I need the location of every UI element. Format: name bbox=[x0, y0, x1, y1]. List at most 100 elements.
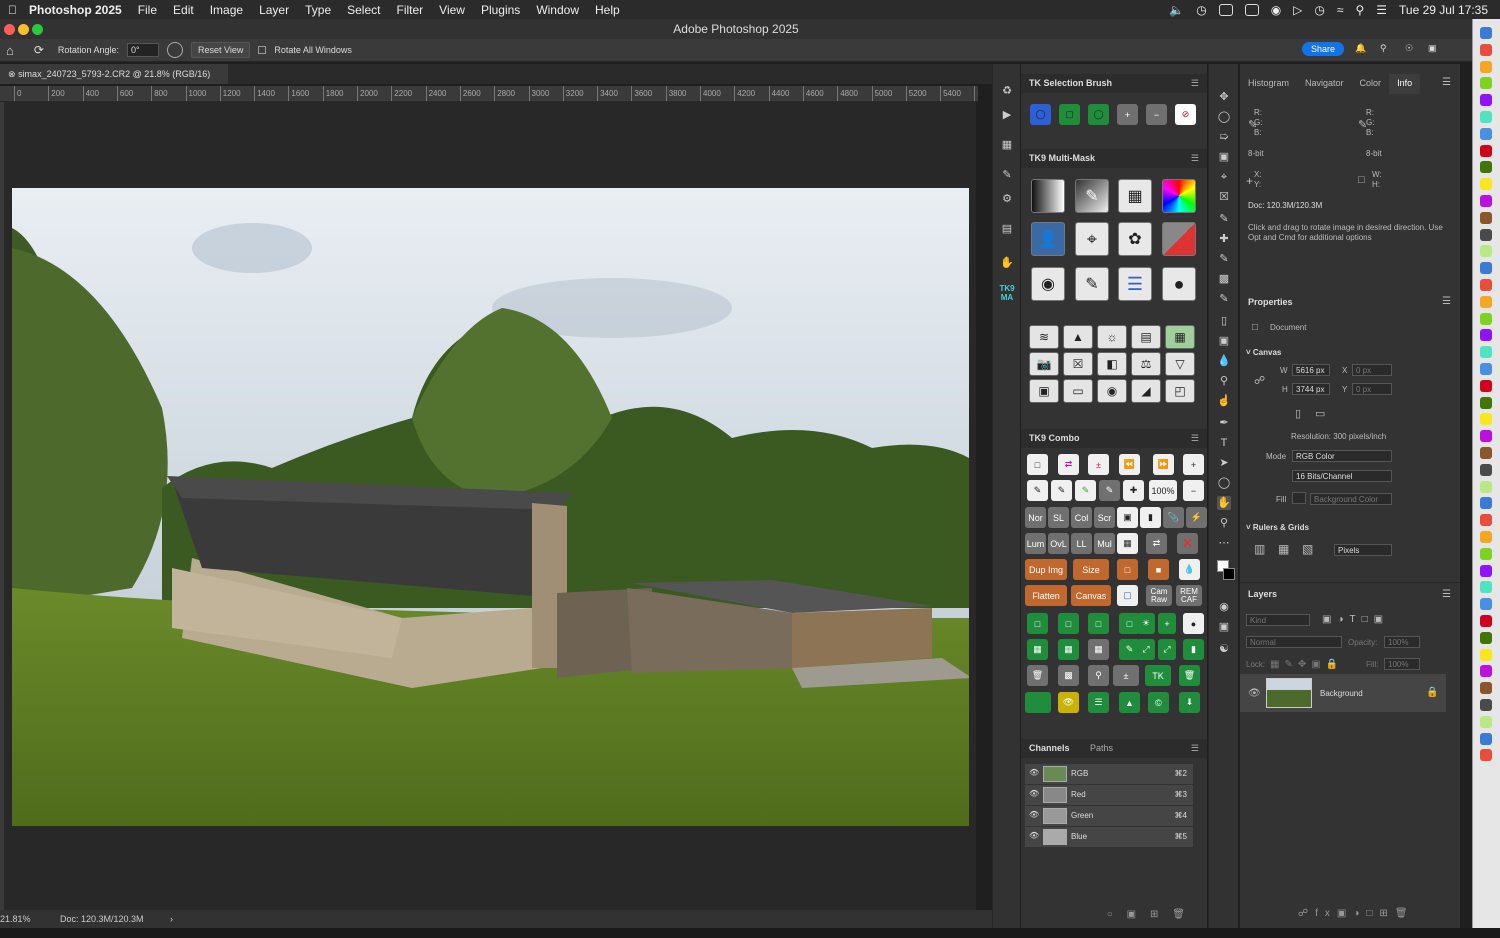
opacity-input[interactable]: 100% bbox=[1384, 636, 1420, 648]
combo-triangle-button[interactable]: ▲ bbox=[1119, 692, 1140, 713]
combo-bolt-button[interactable]: ⚡ bbox=[1186, 507, 1207, 528]
app-menu[interactable]: Photoshop 2025 bbox=[25, 3, 130, 17]
adjust-gradient-button[interactable]: ▣ bbox=[1029, 379, 1059, 403]
adjust-camera-button[interactable]: 📷 bbox=[1029, 352, 1059, 376]
combo-expand-button[interactable]: ✚ bbox=[1123, 480, 1144, 501]
combo-drop-button[interactable]: 💧 bbox=[1179, 559, 1200, 580]
menu-select[interactable]: Select bbox=[339, 3, 388, 17]
combo-overlay-button[interactable]: OvL bbox=[1048, 533, 1069, 554]
dock-app-icon[interactable] bbox=[1480, 245, 1492, 258]
app-status-icon[interactable] bbox=[1244, 3, 1259, 16]
combo-multiply-button[interactable]: Mul bbox=[1094, 533, 1115, 554]
combo-rewind-button[interactable]: ⏪ bbox=[1119, 454, 1140, 475]
combo-green-7-button[interactable]: ● bbox=[1183, 613, 1204, 634]
dock-app-icon[interactable] bbox=[1480, 648, 1492, 661]
frame-tool-icon[interactable]: ☒ bbox=[1217, 190, 1231, 204]
history-brush-tool-icon[interactable]: ✎ bbox=[1217, 292, 1231, 306]
dock-app-icon[interactable] bbox=[1480, 715, 1492, 728]
adjust-exposure-button[interactable]: ▤ bbox=[1131, 325, 1161, 349]
combo-frame-button[interactable]: ▣ bbox=[1117, 507, 1138, 528]
dock-app-icon[interactable] bbox=[1480, 463, 1492, 476]
canvas-x-input[interactable]: 0 px bbox=[1352, 364, 1392, 376]
combo-brush-gray-button[interactable]: ✎ bbox=[1099, 480, 1120, 501]
document-tab[interactable]: ⊗ simax_240723_5793-2.CR2 @ 21.8% (RGB/1… bbox=[0, 64, 228, 84]
tk9-combo-header[interactable]: TK9 Combo ☰ bbox=[1021, 429, 1207, 448]
brush-settings-icon[interactable]: ✎ bbox=[1000, 168, 1014, 182]
stamp-tool-icon[interactable]: ▩ bbox=[1217, 272, 1231, 286]
more-tools-icon[interactable]: ⋯ bbox=[1217, 536, 1231, 550]
actions-play-icon[interactable]: ▶ bbox=[1000, 108, 1014, 122]
eye-icon[interactable]: 👁 bbox=[1029, 768, 1039, 777]
layer-filter-kind[interactable]: Kind bbox=[1246, 614, 1310, 626]
channel-row-red[interactable]: 👁 Red ⌘3 bbox=[1025, 785, 1193, 805]
blur-tool-icon[interactable]: 💧 bbox=[1217, 354, 1231, 368]
adjust-curves-button[interactable]: ≋ bbox=[1029, 325, 1059, 349]
search-icon[interactable]: ⚲ bbox=[1380, 43, 1387, 54]
fill-swatch[interactable] bbox=[1292, 492, 1306, 504]
adjust-halfframe-button[interactable]: ◧ bbox=[1097, 352, 1127, 376]
menu-type[interactable]: Type bbox=[297, 3, 339, 17]
combo-trash-green-button[interactable]: 🗑 bbox=[1179, 665, 1200, 686]
selection-subtract-button[interactable]: − bbox=[1146, 104, 1167, 125]
pen-tool-icon[interactable]: ✒ bbox=[1217, 416, 1231, 430]
marquee-tool-icon[interactable]: ◯ bbox=[1217, 110, 1231, 124]
doc-size-status[interactable]: Doc: 120.3M/120.3M bbox=[60, 910, 144, 928]
menu-filter[interactable]: Filter bbox=[388, 3, 431, 17]
adjust-layers-button[interactable]: ▦ bbox=[1165, 325, 1195, 349]
panel-menu-icon[interactable]: ☰ bbox=[1442, 296, 1451, 307]
path-select-tool-icon[interactable]: ➤ bbox=[1217, 456, 1231, 470]
panel-menu-icon[interactable]: ☰ bbox=[1191, 149, 1199, 168]
channel-row-green[interactable]: 👁 Green ⌘4 bbox=[1025, 806, 1193, 826]
status-arrow-icon[interactable]: › bbox=[170, 910, 173, 928]
combo-dup-img-button[interactable]: Dup Img bbox=[1025, 559, 1067, 580]
wifi-icon[interactable]: ≈ bbox=[1337, 3, 1344, 17]
dock-app-icon[interactable] bbox=[1480, 144, 1492, 157]
rotate-view-tool-icon[interactable]: ⟳ bbox=[34, 43, 44, 57]
multimask-person-button[interactable]: 👤 bbox=[1031, 222, 1065, 256]
fill-select[interactable]: Background Color bbox=[1310, 493, 1392, 505]
timer-icon[interactable]: ◷ bbox=[1314, 3, 1324, 17]
menu-window[interactable]: Window bbox=[528, 3, 587, 17]
dock-app-icon[interactable] bbox=[1480, 682, 1492, 695]
dock-app-icon[interactable] bbox=[1480, 665, 1492, 678]
menu-view[interactable]: View bbox=[431, 3, 473, 17]
combo-linearlight-button[interactable]: LL bbox=[1071, 533, 1092, 554]
combo-green-12-button[interactable]: ⤢ bbox=[1137, 639, 1155, 660]
landscape-icon[interactable]: ▭ bbox=[1315, 407, 1325, 420]
eye-icon[interactable]: 👁 bbox=[1029, 810, 1039, 819]
zoom-tool-icon[interactable]: ⚲ bbox=[1217, 516, 1231, 530]
combo-new-doc-button[interactable]: □ bbox=[1027, 454, 1048, 475]
combo-add-button[interactable]: + bbox=[1183, 454, 1204, 475]
healing-tool-icon[interactable]: ✚ bbox=[1217, 232, 1231, 246]
dock-app-icon[interactable] bbox=[1480, 279, 1492, 291]
workspace-icon[interactable]: ▣ bbox=[1428, 43, 1437, 54]
combo-s-and-m-button[interactable]: TK bbox=[1145, 665, 1171, 686]
selection-brush-rect-button[interactable]: ▢ bbox=[1059, 104, 1080, 125]
rotate-all-checkbox[interactable] bbox=[258, 46, 267, 54]
dock-app-icon[interactable] bbox=[1480, 94, 1492, 107]
libraries-icon[interactable]: ▤ bbox=[1000, 222, 1014, 236]
combo-screen-button[interactable]: Scr bbox=[1094, 507, 1115, 528]
menu-layer[interactable]: Layer bbox=[251, 3, 297, 17]
grid-icon[interactable]: ▦ bbox=[1278, 542, 1289, 556]
zoom-window-button[interactable] bbox=[32, 24, 43, 35]
background-color-swatch[interactable] bbox=[1223, 568, 1235, 580]
dock-app-icon[interactable] bbox=[1480, 379, 1492, 392]
multimask-brush-button[interactable]: ✎ bbox=[1075, 179, 1109, 213]
dock-app-icon[interactable] bbox=[1480, 514, 1492, 527]
combo-select-frame-button[interactable]: ▢ bbox=[1117, 585, 1138, 606]
menu-image[interactable]: Image bbox=[202, 3, 251, 17]
dock-app-icon[interactable] bbox=[1480, 430, 1492, 443]
combo-flatten-button[interactable]: Flatten bbox=[1025, 585, 1067, 606]
combo-green-1-button[interactable]: □ bbox=[1027, 613, 1048, 634]
blend-mode-select[interactable]: Normal bbox=[1246, 636, 1342, 648]
dock-app-icon[interactable] bbox=[1480, 581, 1492, 594]
adjustments-icon[interactable]: ⚙ bbox=[1000, 192, 1014, 206]
play-icon[interactable]: ▷ bbox=[1293, 3, 1302, 17]
dock-app-icon[interactable] bbox=[1480, 547, 1492, 560]
combo-softlight-button[interactable]: SL bbox=[1048, 507, 1069, 528]
dock-app-icon[interactable] bbox=[1480, 531, 1492, 543]
search-icon[interactable]: ⚲ bbox=[1355, 3, 1364, 17]
combo-calculator-button[interactable]: ▦ bbox=[1117, 533, 1138, 554]
dock-app-icon[interactable] bbox=[1480, 497, 1492, 510]
